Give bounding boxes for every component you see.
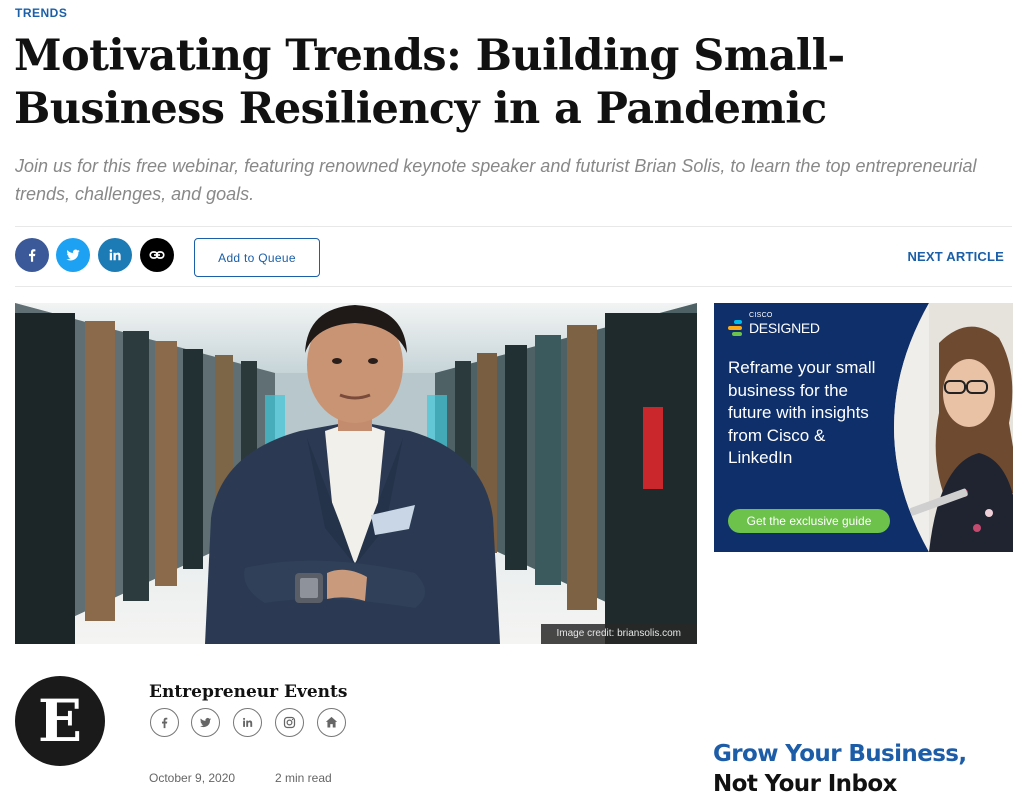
divider — [15, 286, 1012, 287]
read-time: 2 min read — [275, 771, 332, 785]
facebook-share-button[interactable] — [15, 238, 49, 272]
author-linkedin-link[interactable] — [233, 708, 262, 737]
twitter-share-button[interactable] — [56, 238, 90, 272]
author-facebook-link[interactable] — [150, 708, 179, 737]
category-link[interactable]: TRENDS — [15, 6, 67, 20]
twitter-icon — [200, 717, 212, 728]
author-instagram-link[interactable] — [275, 708, 304, 737]
author-name[interactable]: Entrepreneur Events — [149, 682, 347, 702]
cisco-designed-logo: CISCO DESIGNED — [728, 312, 820, 336]
ad-brand-small: CISCO — [749, 312, 773, 319]
ad-copy: Reframe your small business for the futu… — [728, 358, 876, 468]
next-article-link[interactable]: NEXT ARTICLE — [907, 249, 1004, 264]
link-icon — [149, 251, 165, 259]
linkedin-icon — [243, 717, 253, 727]
cisco-ad-banner[interactable]: CISCO DESIGNED Reframe your small busine… — [714, 303, 1013, 552]
hero-photo — [15, 303, 697, 644]
linkedin-icon — [109, 249, 121, 261]
image-credit: Image credit: briansolis.com — [540, 624, 697, 644]
instagram-icon — [283, 716, 296, 729]
article-dek: Join us for this free webinar, featuring… — [15, 156, 977, 204]
home-icon — [325, 716, 338, 728]
ad-brand: DESIGNED — [749, 320, 820, 336]
linkedin-share-button[interactable] — [98, 238, 132, 272]
publish-date: October 9, 2020 — [149, 771, 236, 785]
newsletter-promo-title[interactable]: Grow Your Business, Not Your Inbox — [713, 739, 1013, 799]
ad-photo-woman — [894, 303, 1013, 552]
divider — [15, 226, 1012, 227]
facebook-icon — [162, 717, 168, 729]
hero-image: Image credit: briansolis.com — [15, 303, 697, 644]
entrepreneur-logo[interactable]: E — [15, 676, 105, 766]
ad-cta-button[interactable]: Get the exclusive guide — [728, 509, 890, 533]
copy-link-button[interactable] — [140, 238, 174, 272]
author-website-link[interactable] — [317, 708, 346, 737]
author-twitter-link[interactable] — [191, 708, 220, 737]
add-to-queue-button[interactable]: Add to Queue — [194, 238, 320, 277]
facebook-icon — [29, 249, 36, 262]
article-headline: Motivating Trends: Building Small-Busine… — [14, 31, 845, 134]
promo-line-1: Grow Your Business, — [713, 741, 967, 767]
promo-line-2: Not Your Inbox — [713, 771, 897, 797]
twitter-icon — [66, 249, 80, 261]
